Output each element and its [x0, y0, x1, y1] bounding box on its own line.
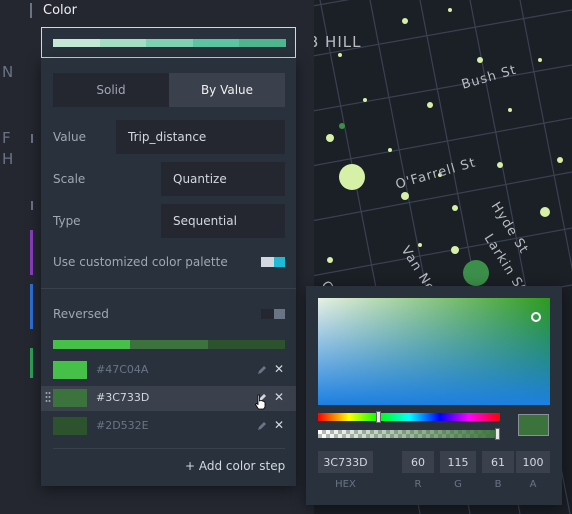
red-input[interactable]: 60 — [402, 451, 434, 473]
panel-divider-mark — [31, 201, 33, 210]
hex-label: HEX — [335, 479, 356, 490]
close-icon[interactable]: ✕ — [274, 418, 284, 432]
pencil-icon[interactable] — [256, 363, 268, 377]
close-icon[interactable]: ✕ — [274, 390, 284, 404]
layer-color-bar-purple — [30, 230, 33, 275]
color-step-row[interactable]: #3C733D ✕ — [41, 386, 296, 411]
color-step-hex: #3C733D — [96, 391, 150, 404]
value-field-select[interactable]: Trip_distance — [116, 120, 285, 154]
hand-cursor-icon — [254, 394, 266, 410]
color-step-row[interactable]: #2D532E ✕ — [41, 414, 296, 439]
layer-color-bar-green — [30, 348, 33, 378]
panel-divider-mark — [31, 134, 33, 143]
color-range-segment — [192, 39, 240, 47]
custom-palette-switch-knob — [274, 257, 285, 267]
color-range-segment — [146, 39, 193, 47]
color-picker: 3C733D 60 115 61 100 HEX R G B A — [306, 286, 562, 505]
blue-input[interactable]: 61 — [482, 451, 514, 473]
panel-edge-label-f: F — [2, 129, 11, 147]
scale-label: Scale — [53, 172, 86, 186]
color-range-segment — [99, 39, 147, 47]
panel-edge-label-h: H — [2, 150, 14, 168]
scale-select[interactable]: Quantize — [161, 162, 285, 196]
add-step-divider — [53, 448, 285, 449]
layer-config-panel: F H N Color Solid By Value Value Trip_di… — [0, 0, 314, 514]
hue-slider-thumb[interactable] — [375, 411, 381, 423]
value-label: Value — [53, 130, 86, 144]
custom-palette-label: Use customized color palette — [53, 255, 228, 269]
color-step-row[interactable]: #47C04A ✕ — [41, 358, 296, 383]
color-range-segment — [53, 39, 100, 47]
color-step-swatch[interactable] — [53, 361, 87, 379]
map-label-nob-hill: B HILL — [308, 33, 362, 51]
alpha-input[interactable]: 100 — [516, 451, 550, 473]
alpha-slider-thumb[interactable] — [495, 428, 500, 440]
color-range-dropdown: Solid By Value Value Trip_distance Scale… — [41, 58, 296, 486]
type-label: Type — [53, 214, 81, 228]
alpha-slider[interactable] — [318, 428, 500, 440]
saturation-value-area[interactable] — [318, 298, 550, 405]
color-step-swatch[interactable] — [53, 389, 87, 407]
mode-option-solid[interactable]: Solid — [53, 73, 169, 107]
red-label: R — [414, 479, 422, 490]
color-step-hex: #47C04A — [96, 363, 149, 376]
alpha-label: A — [529, 479, 537, 490]
hue-slider[interactable] — [318, 411, 500, 423]
custom-palette-preview — [53, 340, 285, 349]
close-icon[interactable]: ✕ — [274, 362, 284, 376]
current-color-swatch — [518, 414, 549, 436]
blue-label: B — [494, 479, 502, 490]
mode-option-by-value[interactable]: By Value — [169, 73, 285, 107]
section-divider — [41, 288, 296, 289]
green-input[interactable]: 115 — [440, 451, 476, 473]
reversed-switch-knob — [274, 309, 285, 319]
saturation-value-handle[interactable] — [531, 312, 541, 322]
reversed-label: Reversed — [53, 307, 109, 321]
hex-input[interactable]: 3C733D — [318, 451, 373, 473]
green-label: G — [454, 479, 462, 490]
color-section-title: Color — [30, 3, 77, 18]
color-mode-toggle: Solid By Value — [53, 73, 285, 107]
custom-palette-switch[interactable] — [261, 257, 285, 267]
color-range-segment — [239, 39, 286, 47]
palette-preview-segment — [53, 340, 131, 349]
color-step-swatch[interactable] — [53, 417, 87, 435]
layer-color-bar-blue — [30, 284, 33, 329]
reversed-switch[interactable] — [261, 309, 285, 319]
pencil-icon[interactable] — [256, 419, 268, 433]
panel-edge-label-n: N — [2, 63, 14, 81]
drag-handle-icon[interactable] — [45, 391, 51, 405]
type-select[interactable]: Sequential — [161, 204, 285, 238]
palette-preview-segment — [130, 340, 208, 349]
color-step-hex: #2D532E — [96, 419, 149, 432]
add-color-step-button[interactable]: + Add color step — [185, 459, 285, 473]
palette-preview-segment — [207, 340, 285, 349]
color-range-preview — [53, 39, 286, 47]
color-range-selector[interactable] — [41, 27, 296, 58]
